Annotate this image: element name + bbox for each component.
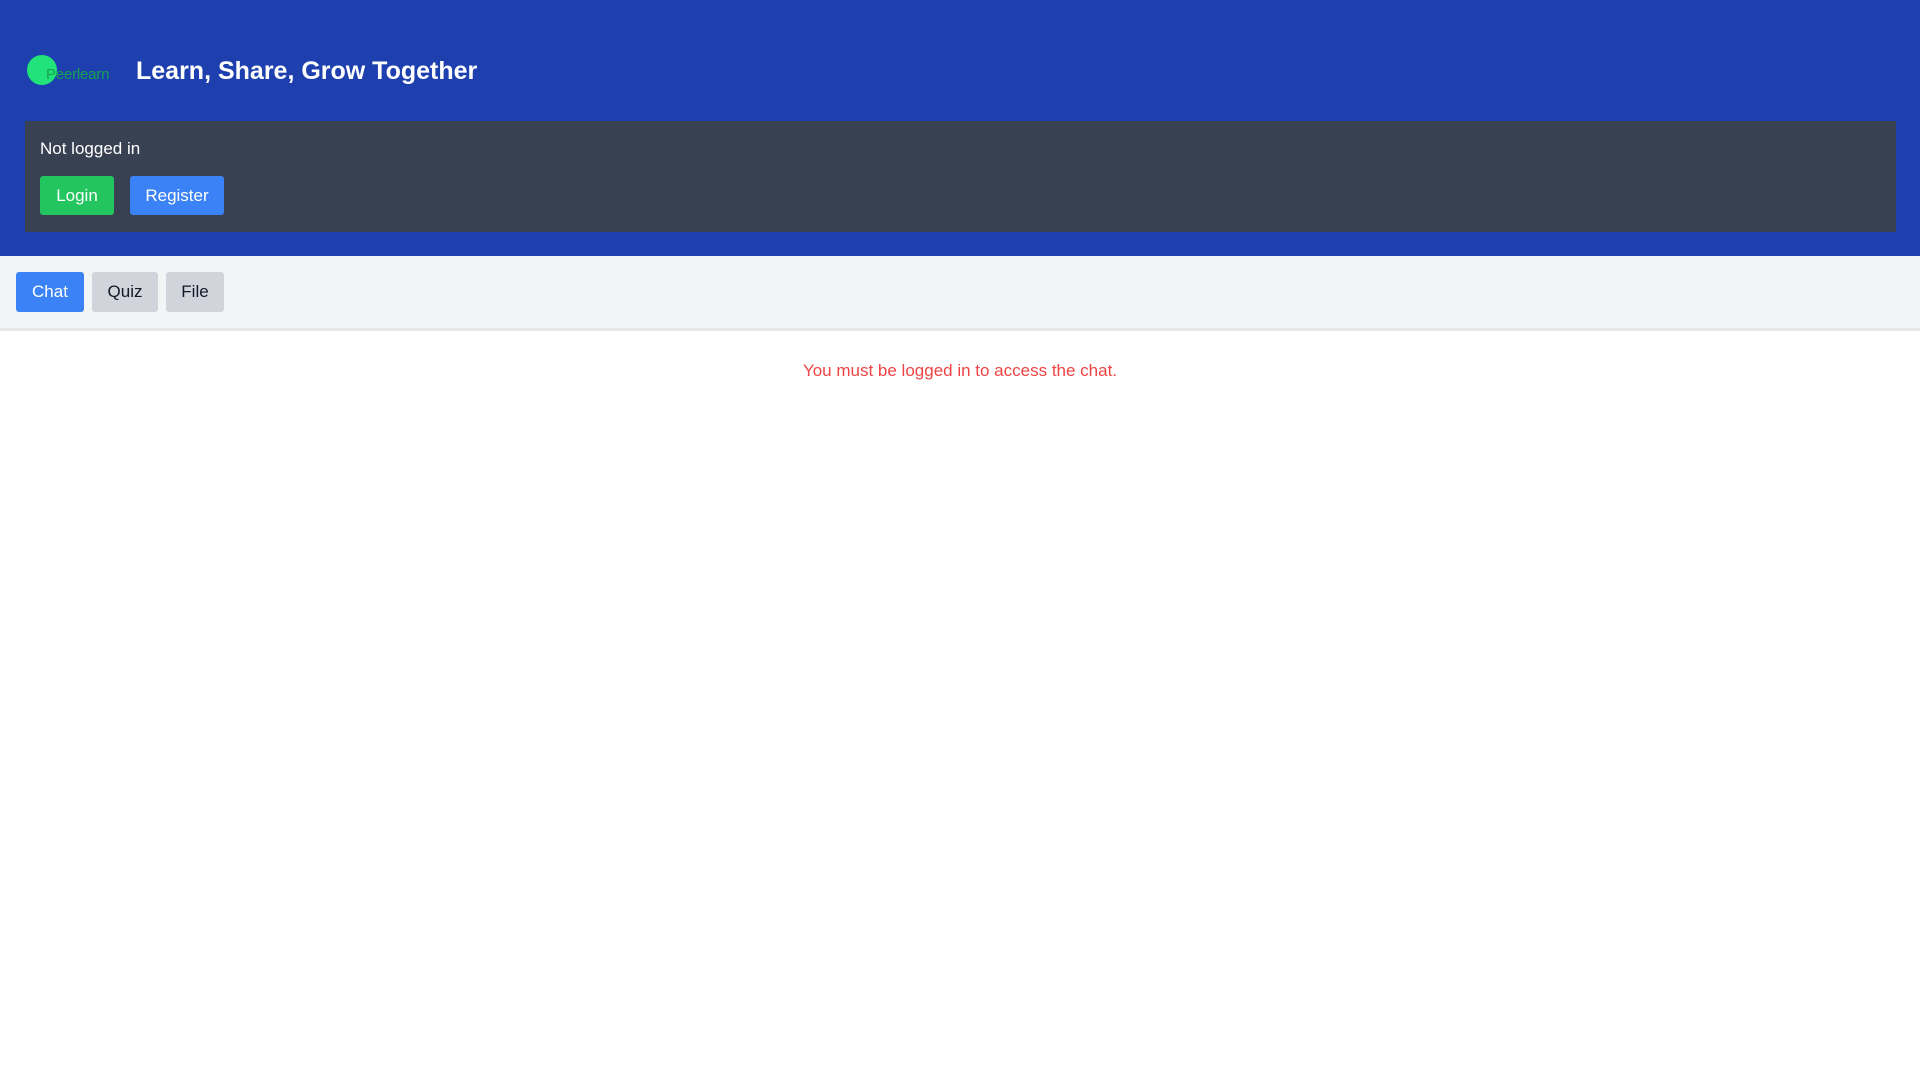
tab-chat[interactable]: Chat	[16, 272, 84, 312]
login-button[interactable]: Login	[40, 176, 114, 215]
tab-file[interactable]: File	[166, 272, 224, 312]
brand: Peerlearn Learn, Share, Grow Together	[27, 52, 477, 90]
tab-quiz[interactable]: Quiz	[92, 272, 158, 312]
logo-text: Peerlearn	[46, 66, 110, 83]
login-required-message: You must be logged in to access the chat…	[802, 361, 1118, 380]
login-status-text: Not logged in	[40, 139, 141, 158]
tab-bar: Chat Quiz File	[0, 256, 1920, 331]
logo[interactable]: Peerlearn	[27, 52, 122, 90]
auth-panel: Not logged in Login Register	[25, 121, 1896, 232]
page-title: Learn, Share, Grow Together	[136, 56, 478, 85]
app-header: Peerlearn Learn, Share, Grow Together No…	[0, 0, 1920, 256]
register-button[interactable]: Register	[130, 176, 224, 215]
